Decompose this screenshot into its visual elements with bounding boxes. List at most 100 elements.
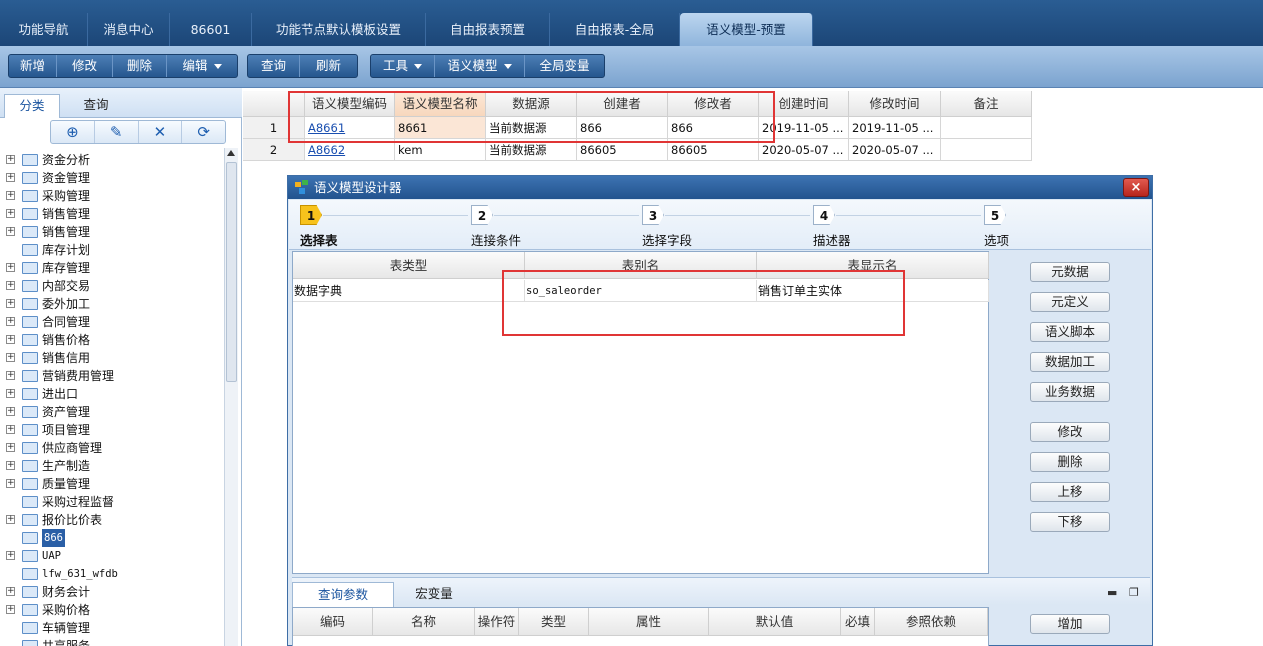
column-header[interactable]: 默认值 — [709, 608, 841, 636]
tab-query[interactable]: 查询 — [70, 94, 122, 118]
step-2-marker[interactable]: 2 — [471, 205, 493, 225]
expand-icon[interactable]: + — [6, 443, 15, 452]
expand-icon[interactable]: + — [6, 155, 15, 164]
expand-icon[interactable]: + — [6, 209, 15, 218]
tree-node-label: 资产管理 — [42, 405, 91, 419]
tab-free-report-preset[interactable]: 自由报表预置 — [426, 13, 550, 46]
expand-icon[interactable]: + — [6, 263, 15, 272]
expand-icon[interactable]: + — [6, 335, 15, 344]
tab-message-center[interactable]: 消息中心 — [88, 13, 170, 46]
step-5-marker[interactable]: 5 — [984, 205, 1006, 225]
edit-icon[interactable]: ✎ — [95, 121, 139, 143]
tab-default-template[interactable]: 功能节点默认模板设置 — [252, 13, 426, 46]
expand-icon[interactable]: + — [6, 425, 15, 434]
tab-semantic-model-preset[interactable]: 语义模型-预置 — [680, 13, 813, 46]
folder-icon — [22, 226, 38, 238]
column-header[interactable]: 备注 — [941, 91, 1032, 117]
step-3-marker[interactable]: 3 — [642, 205, 664, 225]
metadata-button[interactable]: 元数据 — [1030, 262, 1110, 282]
expand-icon[interactable]: + — [6, 281, 15, 290]
expand-icon[interactable]: + — [6, 227, 15, 236]
close-button[interactable]: × — [1123, 178, 1149, 197]
expand-icon[interactable]: + — [6, 371, 15, 380]
minimize-icon[interactable]: ▬ — [1107, 586, 1117, 599]
column-header[interactable]: 参照依赖 — [875, 608, 988, 636]
step-connector — [323, 215, 468, 216]
meta-definition-button[interactable]: 元定义 — [1030, 292, 1110, 312]
tree-node-label: 共享服务 — [42, 639, 91, 646]
new-button[interactable]: 新增 — [9, 55, 57, 77]
table-cell[interactable]: 2020-05-07 ... — [849, 139, 941, 161]
step-connector — [836, 215, 981, 216]
tab-function-nav[interactable]: 功能导航 — [0, 13, 88, 46]
toolbar: 新增 修改 删除 编辑 查询 刷新 工具 语义模型 全局变量 — [0, 46, 1263, 88]
tools-menu-button[interactable]: 工具 — [371, 55, 435, 77]
expand-icon[interactable]: + — [6, 551, 15, 560]
data-processing-button[interactable]: 数据加工 — [1030, 352, 1110, 372]
column-header-table-type[interactable]: 表类型 — [293, 252, 525, 279]
scroll-up-icon[interactable] — [227, 150, 235, 156]
expand-icon[interactable]: + — [6, 191, 15, 200]
semantic-model-menu-button[interactable]: 语义模型 — [435, 55, 525, 77]
tab-86601[interactable]: 86601 — [170, 13, 252, 46]
semantic-model-designer-dialog: 语义模型设计器 × 1 2 3 4 5 选择表 连接条件 选择字段 描述器 选项… — [287, 175, 1153, 646]
column-header[interactable]: 必填 — [841, 608, 875, 636]
expand-icon[interactable]: + — [6, 299, 15, 308]
step-1-marker[interactable]: 1 — [300, 205, 322, 225]
column-header[interactable]: 属性 — [589, 608, 709, 636]
business-data-button[interactable]: 业务数据 — [1030, 382, 1110, 402]
edit-menu-label: 编辑 — [182, 58, 208, 73]
tab-free-report-global[interactable]: 自由报表-全局 — [550, 13, 680, 46]
add-button[interactable]: 增加 — [1030, 614, 1110, 634]
expand-icon[interactable]: + — [6, 353, 15, 362]
modify-button[interactable]: 修改 — [57, 55, 113, 77]
expand-icon[interactable]: + — [6, 587, 15, 596]
maximize-icon[interactable]: ❐ — [1129, 586, 1139, 599]
move-up-button[interactable]: 上移 — [1030, 482, 1110, 502]
global-variable-button[interactable]: 全局变量 — [525, 55, 604, 77]
expand-icon[interactable]: + — [6, 173, 15, 182]
step-4-marker[interactable]: 4 — [813, 205, 835, 225]
expand-icon[interactable]: + — [6, 461, 15, 470]
folder-icon — [22, 154, 38, 166]
column-header[interactable]: 修改时间 — [849, 91, 941, 117]
column-header[interactable]: 名称 — [373, 608, 475, 636]
add-node-icon[interactable]: ⊕ — [51, 121, 95, 143]
expand-icon[interactable]: + — [6, 515, 15, 524]
table-cell[interactable] — [941, 139, 1032, 161]
semantic-script-button[interactable]: 语义脚本 — [1030, 322, 1110, 342]
table-cell[interactable] — [941, 117, 1032, 139]
column-header[interactable]: 编码 — [293, 608, 373, 636]
delete-button[interactable]: 删除 — [113, 55, 167, 77]
modify-button[interactable]: 修改 — [1030, 422, 1110, 442]
app-logo-icon — [295, 180, 308, 194]
move-down-button[interactable]: 下移 — [1030, 512, 1110, 532]
tab-macro-variables[interactable]: 宏变量 — [402, 582, 466, 607]
refresh-button[interactable]: 刷新 — [300, 55, 357, 77]
folder-icon — [22, 262, 38, 274]
column-header[interactable]: 类型 — [519, 608, 589, 636]
tree-node-label: 销售价格 — [42, 333, 91, 347]
delete-icon[interactable]: ✕ — [139, 121, 183, 143]
table-cell[interactable]: 2019-11-05 ... — [849, 117, 941, 139]
tree-scrollbar[interactable] — [224, 148, 238, 646]
tab-category[interactable]: 分类 — [4, 94, 60, 118]
folder-icon — [22, 442, 38, 454]
query-button[interactable]: 查询 — [248, 55, 300, 77]
expand-icon[interactable]: + — [6, 605, 15, 614]
column-header[interactable]: 操作符 — [475, 608, 519, 636]
scroll-thumb[interactable] — [226, 162, 237, 382]
tab-query-params[interactable]: 查询参数 — [292, 582, 394, 607]
refresh-icon[interactable]: ⟳ — [182, 121, 225, 143]
expand-icon[interactable]: + — [6, 479, 15, 488]
delete-button[interactable]: 删除 — [1030, 452, 1110, 472]
tree-node-label: 进出口 — [42, 387, 79, 401]
table-cell[interactable]: 数据字典 — [293, 280, 525, 302]
expand-icon[interactable]: + — [6, 389, 15, 398]
edit-menu-button[interactable]: 编辑 — [167, 55, 237, 77]
wizard-steps: 1 2 3 4 5 选择表 连接条件 选择字段 描述器 选项 — [289, 200, 1151, 250]
expand-icon[interactable]: + — [6, 407, 15, 416]
expand-icon[interactable]: + — [6, 317, 15, 326]
dialog-title-bar[interactable]: 语义模型设计器 × — [288, 176, 1152, 199]
tree-node-label: 库存计划 — [42, 243, 91, 257]
